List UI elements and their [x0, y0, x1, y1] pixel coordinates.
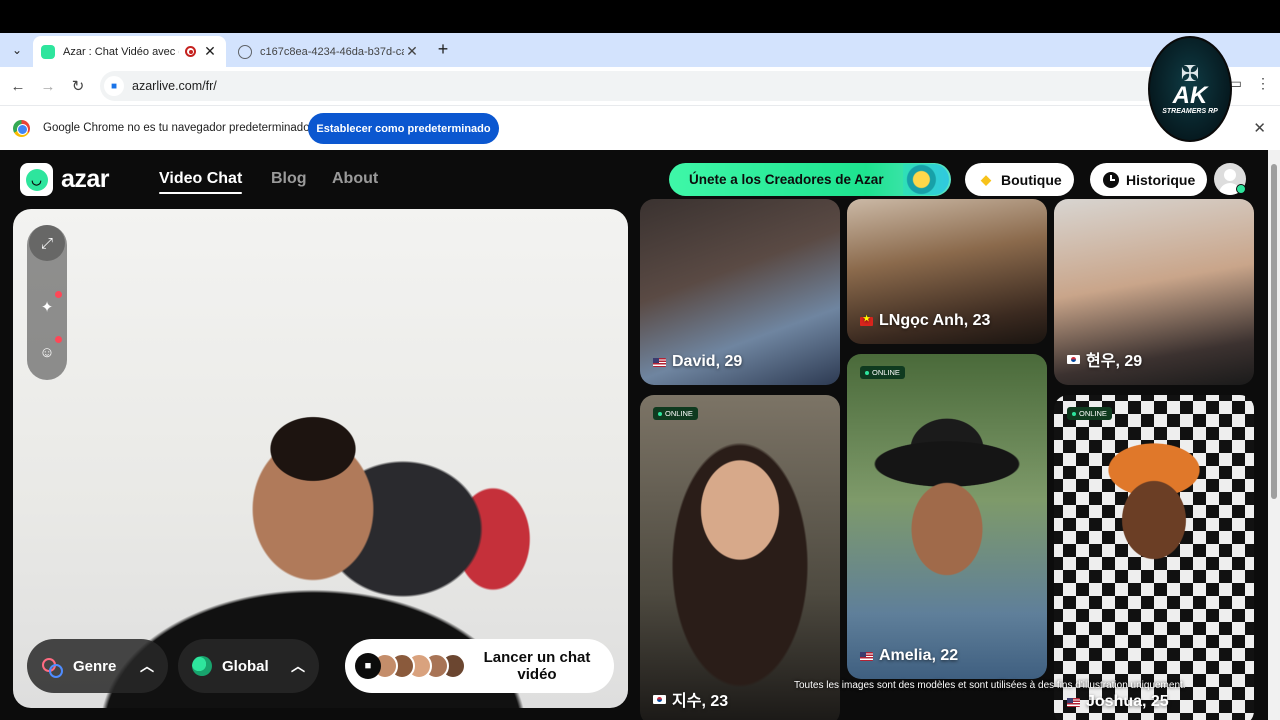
nav-blog[interactable]: Blog [271, 170, 307, 188]
new-dot [55, 336, 62, 343]
online-badge: ONLINE [1067, 407, 1112, 420]
close-tab-icon[interactable]: ✕ [202, 43, 218, 60]
tab-search-button[interactable]: ⌄ [6, 39, 28, 61]
globe-icon [192, 656, 212, 676]
camera-preview: ⤢ ✦ ☺ Genre ︿ Global ︿ ■ Lancer un chat … [13, 209, 628, 708]
screen-top-border [0, 0, 1280, 33]
history-button[interactable]: Historique [1090, 163, 1208, 196]
sparkle-effects-icon[interactable]: ✦ [29, 289, 65, 325]
infobar-message: Google Chrome no es tu navegador predete… [43, 122, 310, 134]
chrome-logo-icon [13, 120, 30, 137]
default-browser-infobar: Google Chrome no es tu navegador predete… [0, 105, 1280, 150]
profile-card[interactable]: ONLINE Joshua, 25 [1054, 395, 1254, 720]
start-video-chat-button[interactable]: ■ Lancer un chat vidéo [345, 639, 614, 693]
browser-toolbar: ← → ↻ ■ azarlive.com/fr/ ▭ ⋮ [0, 67, 1280, 105]
chevron-up-icon: ︿ [291, 658, 305, 674]
watermark-subtitle: STREAMERS RP [1162, 107, 1218, 115]
tab-azar[interactable]: Azar : Chat Vidéo avec de n ✕ [33, 36, 226, 67]
clock-icon [1102, 171, 1120, 189]
scrollbar-thumb[interactable] [1271, 164, 1277, 499]
gender-label: Genre [73, 657, 117, 675]
tab-second[interactable]: c167c8ea-4234-46da-b37d-ca4 ✕ [230, 36, 428, 67]
us-flag-icon [860, 651, 873, 661]
face-filter-icon[interactable]: ☺ [29, 334, 65, 370]
profile-name: Amelia, 22 [860, 647, 958, 665]
profile-name: 지수, 23 [653, 687, 728, 711]
menu-icon[interactable]: ⋮ [1256, 75, 1270, 92]
new-tab-button[interactable]: + [432, 38, 454, 60]
join-creators-button[interactable]: Únete a los Creadores de Azar [669, 163, 951, 196]
expand-icon[interactable]: ⤢ [29, 225, 65, 261]
globe-favicon-icon [238, 44, 252, 59]
toolbar-actions: ▭ ⋮ [1229, 75, 1270, 92]
profile-name: Joshua, 25 [1067, 693, 1169, 711]
azar-logo[interactable]: ◡ azar [20, 163, 110, 196]
kr-flag-icon [1067, 354, 1080, 364]
close-tab-icon[interactable]: ✕ [404, 43, 420, 60]
gender-icon [41, 655, 63, 678]
vn-flag-icon [860, 314, 873, 326]
notification-badge [1236, 184, 1246, 194]
creators-label: Únete a los Creadores de Azar [689, 172, 884, 187]
profile-grid: David, 29 LNgọc Anh, 23 현우, 29 ONLINE 지수… [640, 199, 1255, 720]
region-label: Global [222, 657, 269, 675]
set-default-button[interactable]: Establecer como predeterminado [308, 113, 499, 144]
recording-icon [185, 46, 196, 57]
creators-decoration-icon [903, 164, 949, 195]
us-flag-icon [1067, 697, 1080, 707]
azar-page: ◡ azar Video Chat Blog About Únete a los… [0, 150, 1268, 720]
url-text: azarlive.com/fr/ [132, 79, 217, 93]
profile-name: David, 29 [653, 353, 742, 371]
profile-card[interactable]: LNgọc Anh, 23 [847, 199, 1047, 344]
diamond-icon: ◆ [981, 171, 991, 187]
video-camera-icon: ■ [355, 653, 381, 679]
region-filter-button[interactable]: Global ︿ [178, 639, 319, 693]
gender-filter-button[interactable]: Genre ︿ [27, 639, 168, 693]
tab-title: Azar : Chat Vidéo avec de n [63, 45, 179, 58]
watermark-title: AK [1172, 81, 1208, 109]
boutique-button[interactable]: ◆ Boutique [965, 163, 1074, 196]
user-faces-group: ■ [355, 653, 466, 679]
new-dot [55, 291, 62, 298]
chevron-up-icon: ︿ [140, 658, 154, 674]
azar-logo-icon: ◡ [20, 163, 53, 196]
tab-strip: ⌄ Azar : Chat Vidéo avec de n ✕ c167c8ea… [0, 33, 1280, 67]
azar-favicon-icon [41, 44, 55, 59]
close-infobar-icon[interactable]: ✕ [1253, 119, 1266, 137]
page-scrollbar[interactable] [1268, 150, 1280, 720]
profile-card[interactable]: ONLINE Amelia, 22 [847, 354, 1047, 679]
eagle-icon: ✠ [1180, 60, 1200, 86]
us-flag-icon [653, 357, 666, 367]
site-info-icon[interactable]: ■ [104, 76, 124, 96]
tab-title: c167c8ea-4234-46da-b37d-ca4 [260, 45, 404, 58]
start-label: Lancer un chat vidéo [483, 649, 591, 683]
profile-card[interactable]: David, 29 [640, 199, 840, 385]
profile-card[interactable]: 현우, 29 [1054, 199, 1254, 385]
profile-name: 현우, 29 [1067, 347, 1142, 371]
kr-flag-icon [653, 694, 666, 704]
profile-name: LNgọc Anh, 23 [860, 312, 990, 330]
images-disclaimer: Toutes les images sont des modèles et so… [794, 680, 1186, 691]
profile-card[interactable]: ONLINE 지수, 23 [640, 395, 840, 720]
back-icon[interactable]: ← [7, 75, 29, 97]
forward-icon[interactable]: → [37, 75, 59, 97]
nav-video-chat[interactable]: Video Chat [159, 170, 243, 194]
online-badge: ONLINE [860, 366, 905, 379]
reload-icon[interactable]: ↻ [67, 75, 89, 97]
history-label: Historique [1126, 171, 1196, 188]
online-badge: ONLINE [653, 407, 698, 420]
address-bar[interactable]: ■ azarlive.com/fr/ [100, 71, 1230, 101]
boutique-label: Boutique [1001, 171, 1062, 188]
logo-text: azar [61, 165, 110, 193]
nav-about[interactable]: About [332, 170, 378, 188]
streamer-watermark-logo: ✠ AK STREAMERS RP [1148, 36, 1232, 142]
